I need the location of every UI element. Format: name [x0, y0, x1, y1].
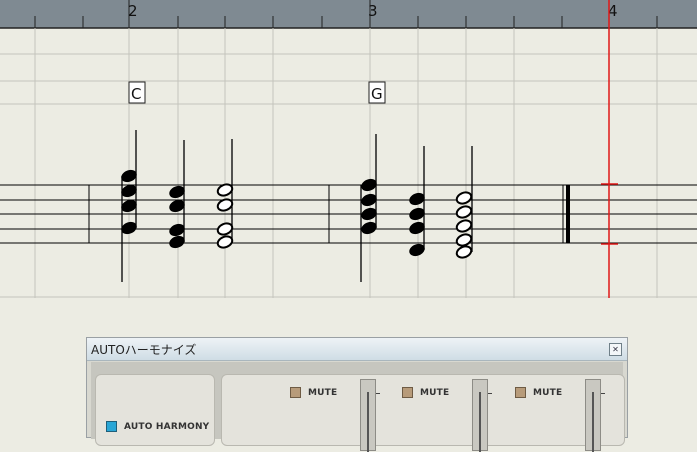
chord-label: G: [371, 85, 383, 103]
volume-fader[interactable]: [360, 379, 376, 452]
ruler[interactable]: [0, 0, 697, 28]
mute-label: MUTE: [308, 388, 338, 398]
measure-number: 2: [128, 2, 138, 20]
fader-tick: [488, 393, 492, 394]
mute-button[interactable]: [515, 387, 526, 398]
volume-fader[interactable]: [472, 379, 488, 452]
auto-harmony-section: AUTO HARMONY: [95, 374, 215, 446]
chord-label: C: [131, 85, 141, 103]
fader-tick: [376, 393, 380, 394]
auto-harmonize-panel: AUTOハーモナイズ ✕ AUTO HARMONY MUTE MUTE MUTE: [86, 337, 628, 452]
fader-track: [367, 392, 369, 452]
score-canvas[interactable]: 2 3 4 C G: [0, 0, 697, 298]
auto-harmony-toggle[interactable]: [106, 421, 117, 432]
mute-button[interactable]: [402, 387, 413, 398]
fader-tick: [601, 393, 605, 394]
volume-fader[interactable]: [585, 379, 601, 452]
mute-button[interactable]: [290, 387, 301, 398]
measure-number: 3: [368, 2, 378, 20]
fader-track: [592, 392, 594, 452]
mute-label: MUTE: [420, 388, 450, 398]
fader-track: [479, 392, 481, 452]
close-icon[interactable]: ✕: [609, 343, 622, 356]
chord-symbol[interactable]: C: [128, 81, 146, 104]
channel-section: MUTE MUTE MUTE: [221, 374, 625, 452]
auto-harmony-label: AUTO HARMONY: [124, 422, 210, 432]
score-editor[interactable]: 2 3 4 C G: [0, 0, 697, 298]
score-background: [0, 0, 697, 298]
panel-title: AUTOハーモナイズ: [91, 343, 197, 357]
panel-body: AUTO HARMONY MUTE MUTE MUTE: [91, 362, 625, 452]
mute-label: MUTE: [533, 388, 563, 398]
end-barline: [566, 185, 570, 243]
chord-symbol[interactable]: G: [368, 81, 386, 104]
panel-titlebar[interactable]: AUTOハーモナイズ ✕: [87, 338, 627, 361]
